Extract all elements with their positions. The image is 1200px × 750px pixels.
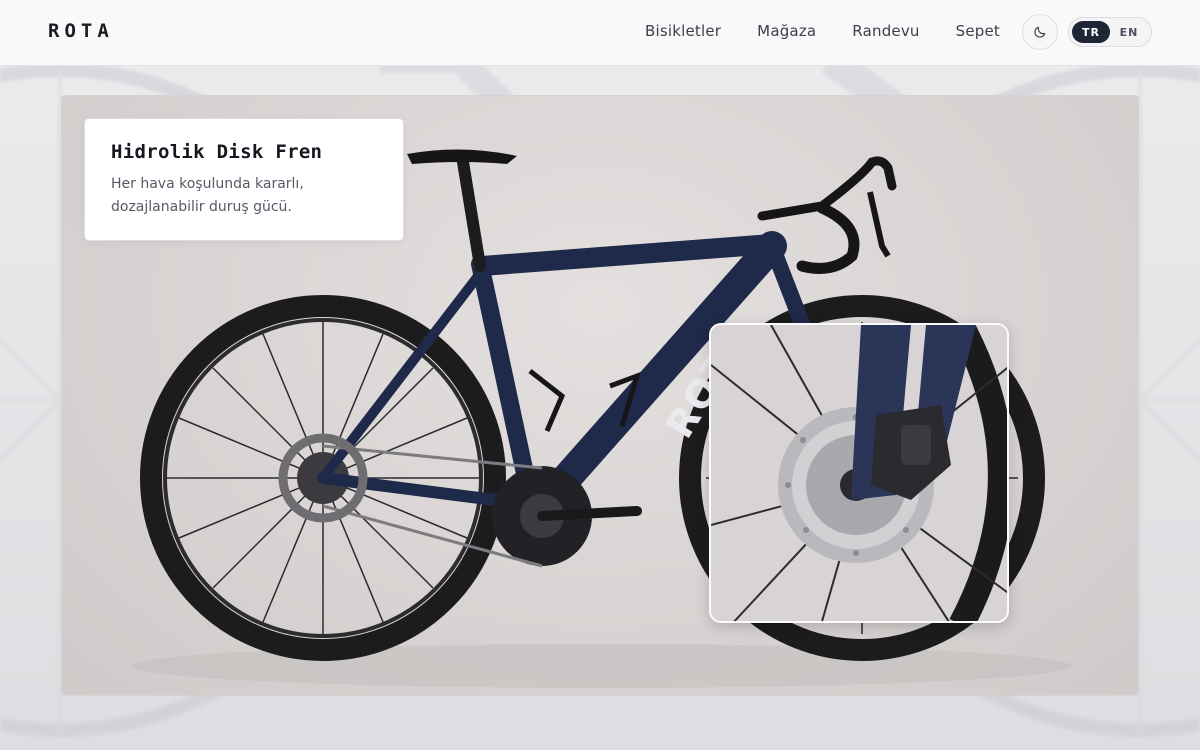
- feature-description-line-2: dozajlanabilir duruş gücü.: [111, 199, 292, 215]
- nav-item-store[interactable]: Mağaza: [757, 22, 816, 40]
- nav-item-cart[interactable]: Sepet: [956, 22, 1000, 40]
- language-option-en[interactable]: EN: [1110, 21, 1148, 43]
- nav-item-bicycles[interactable]: Bisikletler: [645, 22, 721, 40]
- language-option-tr[interactable]: TR: [1072, 21, 1110, 43]
- language-switcher: TR EN: [1068, 17, 1152, 47]
- feature-title: Hidrolik Disk Fren: [111, 141, 323, 163]
- feature-description-line-1: Her hava koşulunda kararlı,: [111, 176, 304, 192]
- feature-description: Her hava koşulunda kararlı, dozajlanabil…: [111, 173, 377, 219]
- main-nav: Bisikletler Mağaza Randevu Sepet: [645, 22, 1036, 40]
- brand-logo[interactable]: ROTA: [48, 20, 114, 42]
- disc-brake-closeup: [711, 325, 1007, 621]
- top-navigation-bar: ROTA Bisikletler Mağaza Randevu Sepet TR…: [0, 0, 1200, 66]
- theme-toggle-button[interactable]: [1022, 14, 1058, 50]
- nav-item-appointment[interactable]: Randevu: [852, 22, 919, 40]
- brake-zoom-detail[interactable]: [709, 323, 1009, 623]
- moon-icon: [1034, 26, 1046, 38]
- feature-info-card: Hidrolik Disk Fren Her hava koşulunda ka…: [84, 118, 404, 241]
